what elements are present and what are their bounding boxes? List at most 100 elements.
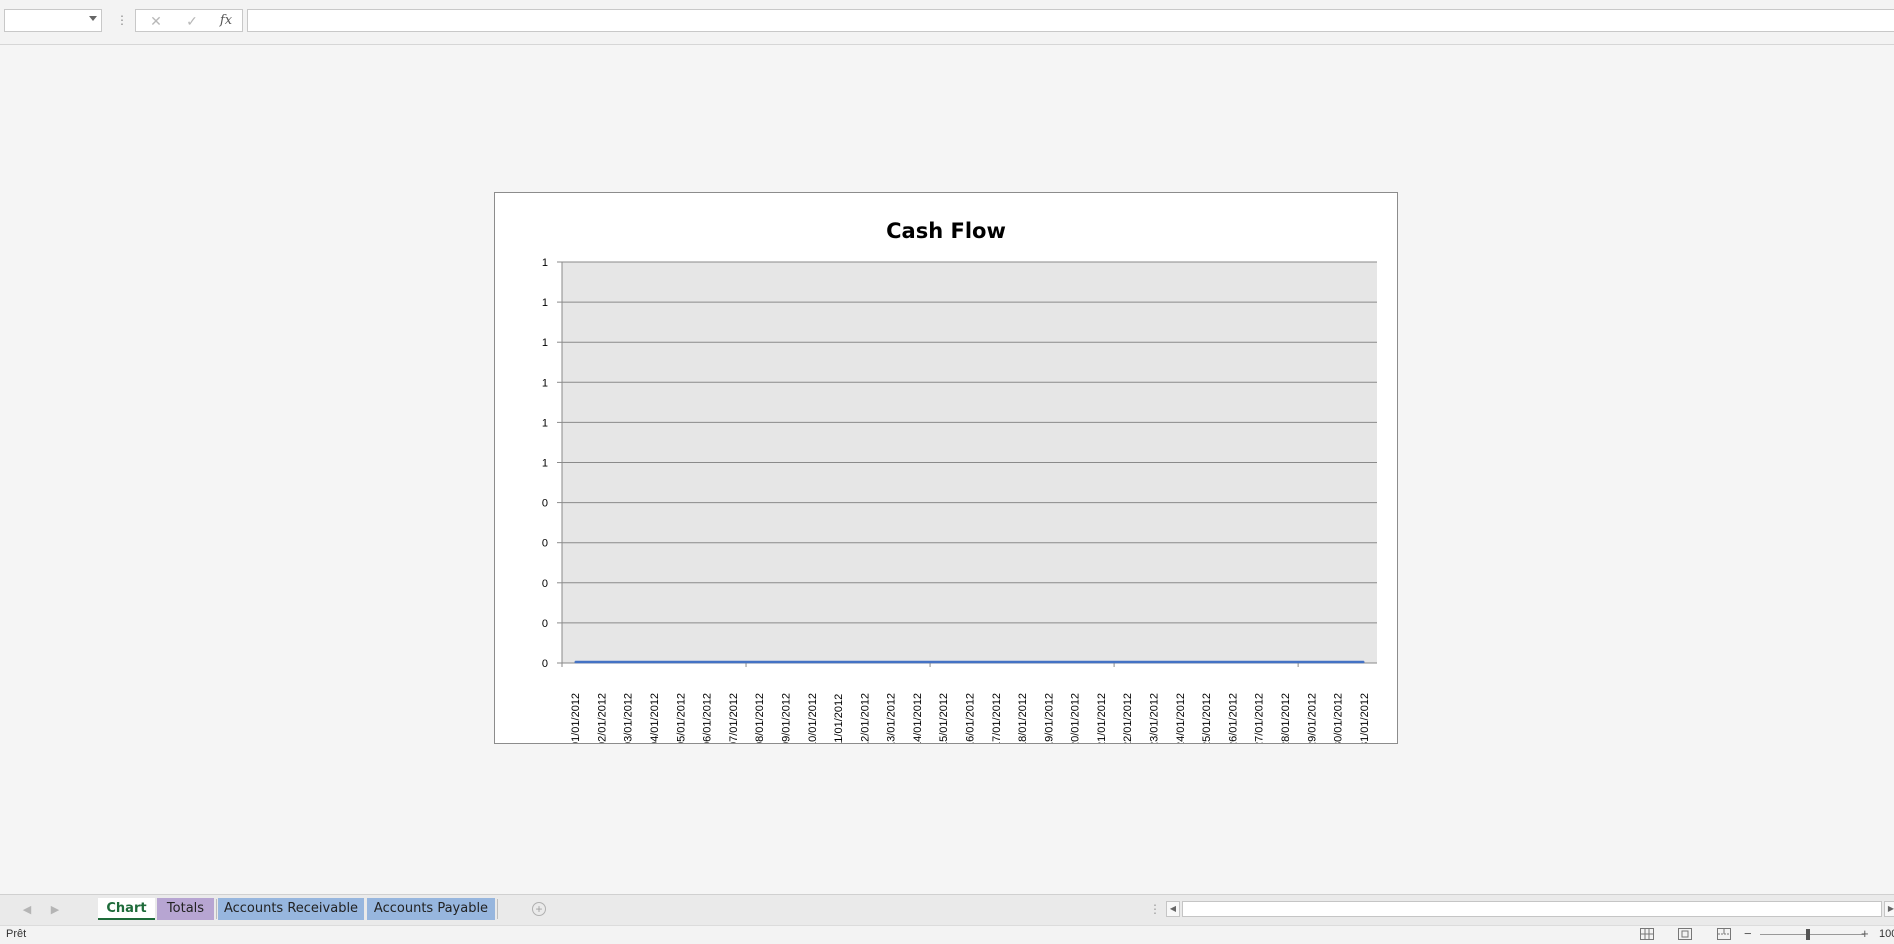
- insert-function-button[interactable]: fx: [215, 12, 237, 30]
- add-sheet-icon[interactable]: +: [532, 902, 546, 916]
- data-point: [916, 661, 918, 663]
- x-tick-label: 26/01/2012: [1227, 693, 1239, 743]
- zoom-slider-thumb[interactable]: [1806, 929, 1810, 940]
- data-point: [942, 661, 945, 663]
- sheet-tab-accounts-payable[interactable]: Accounts Payable: [367, 898, 495, 920]
- x-tick-label: 14/01/2012: [912, 693, 924, 743]
- y-tick-label: 1: [542, 257, 548, 269]
- x-tick-label: 21/01/2012: [1096, 693, 1108, 743]
- x-tick-label: 24/01/2012: [1175, 693, 1187, 743]
- status-text: Prêt: [6, 928, 27, 940]
- sheet-tab-accounts-receivable[interactable]: Accounts Receivable: [218, 898, 364, 920]
- data-point: [732, 661, 734, 663]
- chart-area[interactable]: Cash Flow 1 1 1 1 1 1 0 0 0 0 0 01/01/2012 02/01/201…: [494, 192, 1398, 744]
- sheet-tab-chart[interactable]: Chart: [98, 898, 155, 920]
- status-bar: Prêt − + 100%: [0, 925, 1894, 944]
- scrollbar-track[interactable]: [1182, 901, 1882, 917]
- x-tick-label: 28/01/2012: [1280, 693, 1292, 743]
- zoom-slider-track[interactable]: [1760, 934, 1864, 935]
- scroll-tabs-left-icon[interactable]: ◀: [21, 903, 33, 917]
- data-point: [1126, 661, 1129, 663]
- formula-bar: ⋮ ✕ ✓ fx: [0, 0, 1894, 45]
- page-break-preview-icon[interactable]: [1717, 928, 1731, 940]
- data-point: [758, 661, 760, 663]
- x-tick-label: 20/01/2012: [1070, 693, 1082, 743]
- data-point: [1231, 661, 1234, 663]
- data-point: [1257, 661, 1260, 663]
- zoom-in-button[interactable]: +: [1861, 926, 1869, 941]
- x-tick-label: 05/01/2012: [675, 693, 687, 743]
- data-point: [968, 661, 971, 663]
- close-icon[interactable]: ✕: [145, 12, 167, 30]
- sheet-tab-totals[interactable]: Totals: [157, 898, 214, 920]
- data-point: [679, 661, 682, 663]
- y-tick-label: 0: [542, 538, 548, 550]
- x-tick-label: 09/01/2012: [780, 693, 792, 743]
- scroll-tabs-right-icon[interactable]: ▶: [49, 903, 61, 917]
- data-point: [810, 661, 813, 663]
- data-point: [1073, 661, 1076, 663]
- horizontal-scrollbar[interactable]: ◀ ▶: [1166, 901, 1894, 917]
- tab-split-handle-icon[interactable]: ⋮: [1149, 902, 1161, 916]
- chevron-down-icon[interactable]: [89, 16, 97, 21]
- formula-input[interactable]: [247, 9, 1894, 32]
- x-tick-label: 07/01/2012: [728, 693, 740, 743]
- x-tick-label: 08/01/2012: [754, 693, 766, 743]
- x-tick-label: 23/01/2012: [1149, 693, 1161, 743]
- x-tick-label: 27/01/2012: [1254, 693, 1266, 743]
- data-point: [626, 661, 629, 663]
- y-tick-label: 1: [542, 417, 548, 429]
- x-tick-label: 10/01/2012: [807, 693, 819, 743]
- data-point: [705, 661, 708, 663]
- page-layout-view-icon[interactable]: [1678, 928, 1692, 940]
- data-point: [600, 661, 603, 663]
- data-point: [837, 661, 839, 663]
- x-tick-label: 13/01/2012: [886, 693, 898, 743]
- x-tick-label: 29/01/2012: [1306, 693, 1318, 743]
- normal-view-icon[interactable]: [1640, 928, 1654, 940]
- data-point: [1021, 661, 1023, 663]
- name-box[interactable]: [4, 9, 102, 32]
- data-point: [994, 661, 997, 663]
- scroll-left-icon[interactable]: ◀: [1166, 901, 1180, 917]
- x-tick-label: 17/01/2012: [991, 693, 1003, 743]
- x-tick-label: 11/01/2012: [833, 694, 845, 743]
- x-tick-label: 12/01/2012: [859, 693, 871, 743]
- x-tick-label: 30/01/2012: [1333, 693, 1345, 743]
- sheet-tab-bar: ◀ ▶ Chart Totals Accounts Receivable Acc…: [0, 894, 1894, 925]
- check-icon[interactable]: ✓: [181, 12, 203, 30]
- x-tick-label: 31/01/2012: [1359, 693, 1371, 743]
- x-tick-label: 02/01/2012: [596, 693, 608, 743]
- x-tick-label: 16/01/2012: [965, 693, 977, 743]
- x-tick-label: 15/01/2012: [938, 693, 950, 743]
- data-point: [863, 661, 866, 663]
- y-tick-label: 0: [542, 498, 548, 510]
- data-point: [1205, 661, 1207, 663]
- y-tick-label: 0: [542, 618, 548, 630]
- more-options-icon: ⋮: [116, 13, 128, 27]
- y-tick-label: 1: [542, 458, 548, 470]
- data-point: [1047, 661, 1050, 663]
- data-point: [1179, 661, 1181, 663]
- x-tick-label: 25/01/2012: [1201, 693, 1213, 743]
- data-point: [1310, 661, 1313, 663]
- data-point: [1363, 661, 1365, 663]
- x-tick-label: 22/01/2012: [1122, 693, 1134, 743]
- data-point: [784, 661, 787, 663]
- x-tick-label: 04/01/2012: [649, 693, 661, 743]
- tab-separator: [497, 899, 498, 919]
- data-point: [1284, 661, 1286, 663]
- y-tick-label: 1: [542, 297, 548, 309]
- scroll-right-icon[interactable]: ▶: [1884, 901, 1894, 917]
- zoom-out-button[interactable]: −: [1744, 926, 1752, 941]
- y-tick-label: 0: [542, 578, 548, 590]
- y-tick-label: 1: [542, 377, 548, 389]
- x-tick-label: 18/01/2012: [1017, 693, 1029, 743]
- tab-separator: [216, 899, 217, 919]
- zoom-level[interactable]: 100%: [1879, 928, 1894, 940]
- data-point: [889, 661, 892, 663]
- data-point: [574, 661, 576, 663]
- x-tick-label: 19/01/2012: [1043, 693, 1055, 743]
- x-tick-label: 01/01/2012: [570, 693, 582, 743]
- formula-buttons: ✕ ✓ fx: [135, 9, 243, 32]
